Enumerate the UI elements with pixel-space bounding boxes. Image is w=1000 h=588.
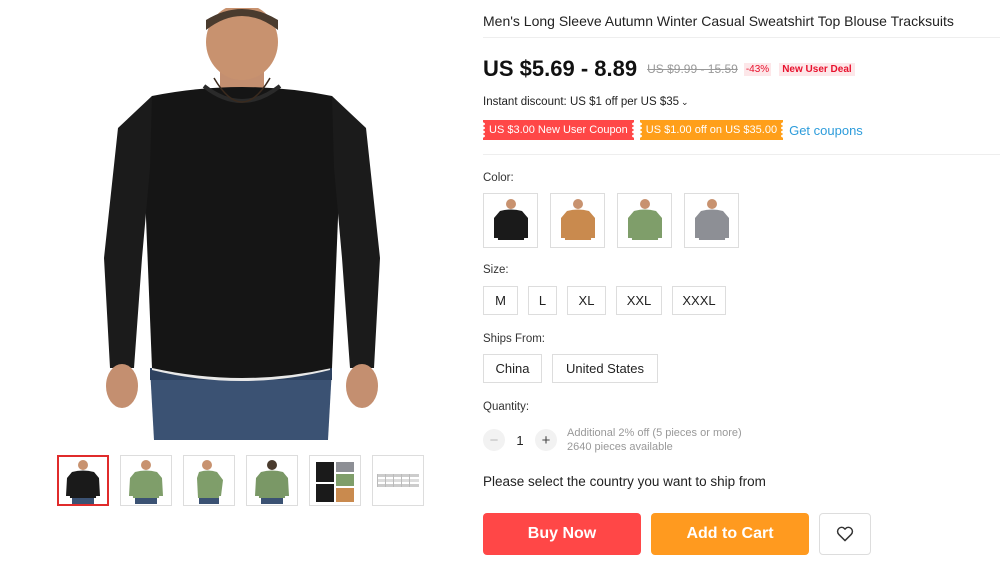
original-price: US $9.99 - 15.59 — [647, 62, 738, 76]
green-shirt-swatch-image — [627, 198, 662, 240]
thumbnail-green-shirt-back[interactable] — [246, 455, 298, 506]
khaki-shirt-swatch-image — [560, 198, 595, 240]
ships-from-china[interactable]: China — [483, 354, 542, 383]
color-swatch-green[interactable] — [617, 193, 672, 248]
price-row: US $5.69 - 8.89 US $9.99 - 15.59 -43% Ne… — [483, 56, 855, 82]
main-product-image[interactable] — [92, 8, 392, 440]
quantity-label: Quantity: — [483, 401, 530, 413]
model-black-shirt-image — [104, 8, 380, 440]
quantity-value[interactable]: 1 — [505, 433, 535, 448]
divider — [483, 37, 1000, 38]
current-price: US $5.69 - 8.89 — [483, 56, 638, 81]
size-label: Size: — [483, 264, 509, 276]
black-shirt-swatch-image — [493, 198, 528, 240]
ships-from-options: China United States — [483, 354, 658, 383]
size-option-xxl[interactable]: XXL — [616, 286, 662, 315]
product-title: Men's Long Sleeve Autumn Winter Casual S… — [483, 13, 954, 29]
size-chart-thumbnail-image — [377, 473, 419, 487]
increase-quantity-button[interactable]: + — [535, 429, 557, 451]
size-option-l[interactable]: L — [528, 286, 557, 315]
thumbnail-size-chart[interactable] — [372, 455, 424, 506]
green-shirt-back-thumbnail-image — [255, 459, 289, 504]
pieces-available: 2640 pieces available — [567, 441, 673, 453]
new-user-deal-badge: New User Deal — [779, 62, 855, 76]
chevron-down-icon: ⌄ — [681, 97, 689, 107]
color-swatch-gray[interactable] — [684, 193, 739, 248]
thumbnail-strip — [57, 455, 424, 506]
size-option-m[interactable]: M — [483, 286, 518, 315]
ships-from-united-states[interactable]: United States — [552, 354, 658, 383]
heart-icon — [836, 526, 854, 542]
ship-country-message: Please select the country you want to sh… — [483, 474, 766, 489]
thumbnail-green-shirt-front[interactable] — [120, 455, 172, 506]
bulk-discount-info: Additional 2% off (5 pieces or more) — [567, 427, 742, 439]
add-to-cart-button[interactable]: Add to Cart — [651, 513, 809, 555]
wishlist-button[interactable] — [819, 513, 871, 555]
quantity-info: Additional 2% off (5 pieces or more) 264… — [567, 426, 742, 454]
size-option-xl[interactable]: XL — [567, 286, 606, 315]
black-shirt-thumbnail-image — [66, 459, 100, 504]
new-user-coupon[interactable]: US $3.00 New User Coupon — [482, 120, 635, 140]
instant-discount[interactable]: Instant discount: US $1 off per US $35 ⌄ — [483, 96, 689, 108]
divider — [483, 154, 1000, 155]
instant-discount-text: Instant discount: US $1 off per US $35 — [483, 96, 680, 108]
thumbnail-color-collage[interactable] — [309, 455, 361, 506]
color-swatches — [483, 193, 739, 248]
gray-shirt-swatch-image — [694, 198, 729, 240]
discount-badge: -43% — [743, 62, 772, 76]
size-option-xxxl[interactable]: XXXL — [672, 286, 726, 315]
thumbnail-black-shirt[interactable] — [57, 455, 109, 506]
coupon-row: US $3.00 New User Coupon US $1.00 off on… — [482, 120, 863, 140]
color-collage-thumbnail-image — [316, 461, 354, 502]
action-buttons: Buy Now Add to Cart — [483, 513, 871, 555]
color-swatch-black[interactable] — [483, 193, 538, 248]
color-swatch-khaki[interactable] — [550, 193, 605, 248]
get-coupons-link[interactable]: Get coupons — [789, 123, 863, 138]
ships-from-label: Ships From: — [483, 333, 545, 345]
decrease-quantity-button[interactable]: − — [483, 429, 505, 451]
green-shirt-front-thumbnail-image — [129, 459, 163, 504]
size-options: M L XL XXL XXXL — [483, 286, 726, 315]
green-shirt-side-thumbnail-image — [197, 459, 223, 504]
quantity-stepper: − 1 + Additional 2% off (5 pieces or mor… — [483, 426, 742, 454]
color-label: Color: — [483, 172, 514, 184]
store-coupon[interactable]: US $1.00 off on US $35.00 — [638, 120, 785, 140]
thumbnail-green-shirt-side[interactable] — [183, 455, 235, 506]
buy-now-button[interactable]: Buy Now — [483, 513, 641, 555]
